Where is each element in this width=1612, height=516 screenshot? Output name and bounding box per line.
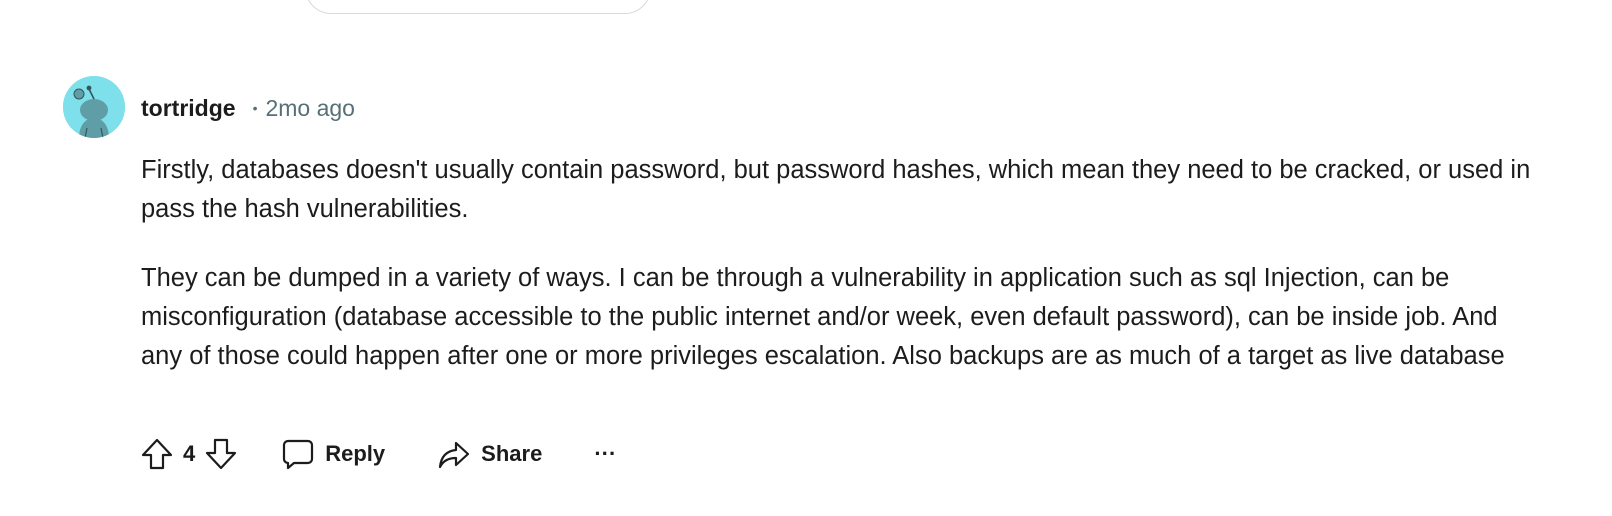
username[interactable]: tortridge	[141, 95, 236, 122]
reply-label: Reply	[325, 441, 386, 466]
vote-controls: 4	[137, 434, 241, 474]
comment-paragraph: Firstly, databases doesn't usually conta…	[141, 156, 1531, 223]
upvote-arrow-icon	[141, 438, 173, 470]
comment-actions: 4 Reply Share ···	[137, 432, 616, 476]
share-arrow-icon	[439, 441, 470, 469]
reply-button[interactable]: Reply	[281, 432, 385, 476]
meta-separator: •	[252, 100, 258, 116]
comment-header: tortridge • 2mo ago	[141, 92, 355, 124]
share-button[interactable]: Share	[437, 432, 542, 476]
upvote-button[interactable]	[137, 434, 177, 474]
comment-paragraph: They can be dumped in a variety of ways.…	[141, 264, 1505, 370]
partial-button[interactable]	[305, 0, 651, 14]
share-label: Share	[481, 441, 543, 466]
downvote-button[interactable]	[201, 434, 241, 474]
avatar[interactable]	[63, 76, 125, 138]
more-options-label: ···	[594, 441, 617, 466]
timestamp[interactable]: 2mo ago	[265, 95, 355, 122]
more-options-button[interactable]: ···	[594, 432, 616, 476]
comment-page: tortridge • 2mo ago Firstly, databases d…	[0, 0, 1612, 516]
downvote-arrow-icon	[206, 438, 237, 470]
vote-score: 4	[183, 441, 196, 466]
comment-body: Firstly, databases doesn't usually conta…	[141, 151, 1531, 406]
snoo-avatar-icon	[63, 76, 125, 138]
speech-bubble-icon	[283, 439, 314, 470]
